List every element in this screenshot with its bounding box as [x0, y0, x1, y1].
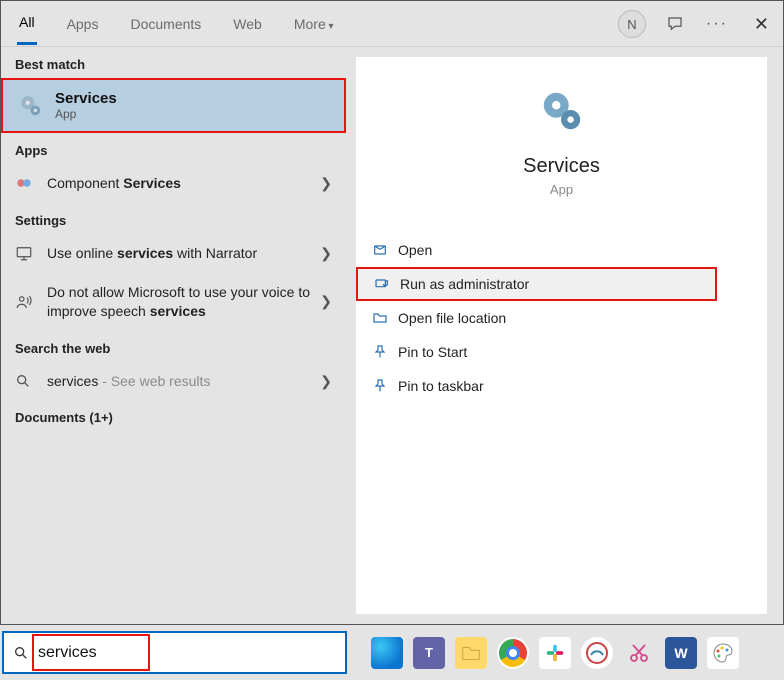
chevron-right-icon: ❯: [320, 175, 332, 192]
tab-all[interactable]: All: [17, 2, 37, 45]
open-icon: [372, 242, 398, 258]
taskbar-slack-icon[interactable]: [539, 637, 571, 669]
action-pin-to-taskbar[interactable]: Pin to taskbar: [356, 369, 767, 403]
taskbar-app-icon[interactable]: [581, 637, 613, 669]
search-box[interactable]: [2, 631, 347, 674]
user-avatar[interactable]: N: [618, 10, 646, 38]
services-icon: [17, 92, 45, 120]
pin-icon: [372, 344, 398, 360]
preview-title: Services: [356, 155, 767, 178]
result-web-search[interactable]: services - See web results ❯: [1, 362, 346, 401]
action-open-file-location[interactable]: Open file location: [356, 301, 767, 335]
chevron-right-icon: ❯: [320, 373, 332, 390]
section-best-match: Best match: [1, 47, 346, 78]
result-speech-services[interactable]: Do not allow Microsoft to use your voice…: [1, 273, 346, 331]
display-icon: [15, 244, 39, 262]
taskbar: T W: [0, 625, 784, 680]
component-services-icon: [15, 174, 39, 192]
filter-tabs: All Apps Documents Web More N ··· ✕: [1, 1, 783, 47]
taskbar-apps: T W: [347, 637, 784, 669]
best-match-item[interactable]: Services App: [3, 80, 344, 131]
result-component-services[interactable]: Component Services ❯: [1, 164, 346, 203]
feedback-icon[interactable]: [666, 15, 686, 33]
taskbar-paint-icon[interactable]: [707, 637, 739, 669]
taskbar-teams-icon[interactable]: T: [413, 637, 445, 669]
search-icon: [15, 373, 39, 389]
services-large-icon: [538, 87, 586, 135]
tab-apps[interactable]: Apps: [65, 4, 101, 44]
taskbar-file-explorer-icon[interactable]: [455, 637, 487, 669]
person-voice-icon: [15, 293, 39, 311]
search-icon: [4, 645, 38, 661]
section-settings: Settings: [1, 203, 346, 234]
chevron-right-icon: ❯: [320, 293, 332, 310]
taskbar-edge-icon[interactable]: [371, 637, 403, 669]
chevron-right-icon: ❯: [320, 245, 332, 262]
best-match-title: Services: [55, 90, 117, 107]
search-input[interactable]: [38, 644, 345, 662]
action-open[interactable]: Open: [356, 233, 767, 267]
tab-web[interactable]: Web: [231, 4, 264, 44]
result-narrator-services[interactable]: Use online services with Narrator ❯: [1, 234, 346, 273]
taskbar-word-icon[interactable]: W: [665, 637, 697, 669]
admin-shield-icon: [374, 276, 400, 292]
more-options-icon[interactable]: ···: [706, 15, 728, 33]
action-pin-to-start[interactable]: Pin to Start: [356, 335, 767, 369]
tab-more[interactable]: More: [292, 4, 336, 44]
taskbar-snip-icon[interactable]: [623, 637, 655, 669]
folder-icon: [372, 310, 398, 326]
search-panel: All Apps Documents Web More N ··· ✕ Best…: [0, 0, 784, 625]
tab-documents[interactable]: Documents: [128, 4, 203, 44]
results-list: Best match Services App Apps Compone: [1, 47, 346, 624]
pin-icon: [372, 378, 398, 394]
preview-subtitle: App: [356, 182, 767, 197]
preview-pane: Services App Open Run as administrator: [346, 47, 783, 624]
section-search-web: Search the web: [1, 331, 346, 362]
section-documents: Documents (1+): [1, 400, 346, 431]
section-apps: Apps: [1, 133, 346, 164]
close-icon[interactable]: ✕: [748, 12, 775, 37]
highlight-best-match: Services App: [1, 78, 346, 133]
taskbar-chrome-icon[interactable]: [497, 637, 529, 669]
best-match-sub: App: [55, 107, 117, 121]
action-run-as-administrator[interactable]: Run as administrator: [356, 267, 717, 301]
